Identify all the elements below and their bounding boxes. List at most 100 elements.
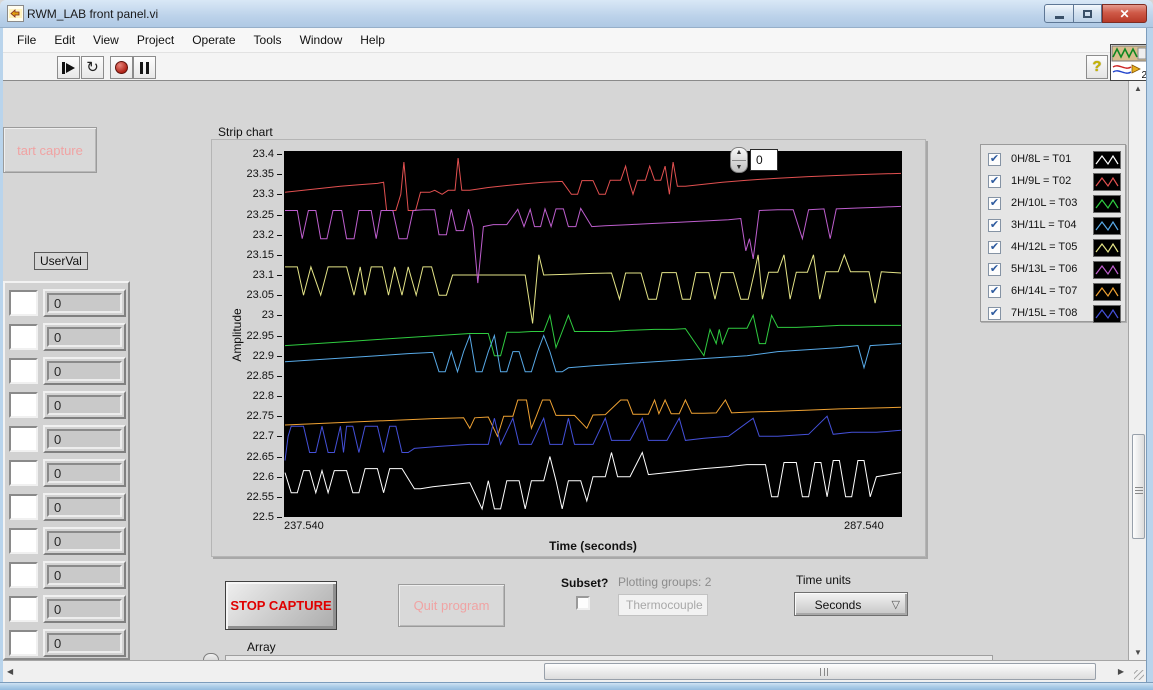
menu-operate[interactable]: Operate bbox=[183, 30, 244, 50]
trace-T07 bbox=[285, 400, 901, 436]
legend-checkbox[interactable]: ✔ bbox=[988, 175, 1001, 188]
legend-checkbox[interactable]: ✔ bbox=[988, 219, 1001, 232]
abort-icon bbox=[115, 61, 128, 74]
userval-indicator[interactable] bbox=[9, 460, 38, 486]
y-tick-mark bbox=[277, 356, 282, 357]
legend-swatch[interactable] bbox=[1093, 239, 1121, 257]
quit-program-button[interactable]: Quit program bbox=[398, 584, 505, 627]
legend-swatch[interactable] bbox=[1093, 305, 1121, 323]
spinner-down-icon[interactable]: ▼ bbox=[731, 164, 747, 171]
abort-button[interactable] bbox=[110, 56, 133, 79]
vertical-scroll-thumb[interactable] bbox=[1132, 434, 1145, 539]
legend-checkbox[interactable]: ✔ bbox=[988, 285, 1001, 298]
menu-file[interactable]: File bbox=[8, 30, 45, 50]
scroll-right-icon[interactable]: ▶ bbox=[1118, 667, 1124, 676]
legend-swatch[interactable] bbox=[1093, 217, 1121, 235]
titlebar[interactable]: RWM_LAB front panel.vi ✕ bbox=[0, 0, 1153, 28]
context-help-button[interactable]: ? bbox=[1086, 55, 1108, 79]
thermocouple-field[interactable]: Thermocouple bbox=[618, 594, 708, 616]
userval-value-field[interactable]: 0 bbox=[47, 565, 122, 585]
userval-indicator[interactable] bbox=[9, 392, 38, 418]
legend-row: ✔2H/10L = T03 bbox=[981, 193, 1127, 215]
legend-row: ✔7H/15L = T08 bbox=[981, 303, 1127, 325]
pause-icon bbox=[140, 62, 149, 74]
y-tick-label: 23 bbox=[216, 308, 274, 322]
maximize-button[interactable] bbox=[1074, 4, 1102, 23]
run-continuous-button[interactable]: ↻ bbox=[81, 56, 104, 79]
userval-indicator[interactable] bbox=[9, 426, 38, 452]
scroll-left-icon[interactable]: ◀ bbox=[7, 667, 13, 676]
userval-value-field[interactable]: 0 bbox=[47, 497, 122, 517]
horizontal-scroll-thumb[interactable] bbox=[544, 663, 1096, 680]
stop-capture-button[interactable]: STOP CAPTURE bbox=[225, 581, 337, 630]
legend-checkbox[interactable]: ✔ bbox=[988, 197, 1001, 210]
run-button[interactable] bbox=[57, 56, 80, 79]
y-tick-label: 23.25 bbox=[216, 208, 274, 222]
continuous-run-icon: ↻ bbox=[86, 60, 99, 75]
y-tick-mark bbox=[277, 517, 282, 518]
legend-checkbox[interactable]: ✔ bbox=[988, 263, 1001, 276]
legend-swatch[interactable] bbox=[1093, 195, 1121, 213]
scroll-down-icon[interactable]: ▼ bbox=[1134, 648, 1142, 657]
spinner-up-icon[interactable]: ▲ bbox=[731, 149, 747, 156]
userval-value-field[interactable]: 0 bbox=[47, 293, 122, 313]
resize-grip-icon[interactable] bbox=[1134, 670, 1144, 680]
menu-window[interactable]: Window bbox=[291, 30, 352, 50]
userval-indicator[interactable] bbox=[9, 562, 38, 588]
legend-label: 6H/14L = T07 bbox=[1011, 285, 1077, 297]
chart-title: Strip chart bbox=[218, 125, 273, 139]
pause-button[interactable] bbox=[133, 56, 156, 79]
history-value-field[interactable]: 0 bbox=[750, 149, 778, 171]
legend-swatch[interactable] bbox=[1093, 261, 1121, 279]
subset-checkbox[interactable] bbox=[576, 596, 590, 610]
array-label: Array bbox=[247, 640, 276, 654]
legend-swatch[interactable] bbox=[1093, 151, 1121, 169]
legend-row: ✔ 6H/14L = T07 bbox=[981, 281, 1127, 303]
legend-row: ✔ 4H/12L = T05 bbox=[981, 237, 1127, 259]
userval-value-field[interactable]: 0 bbox=[47, 463, 122, 483]
scrollbar-corner bbox=[1128, 660, 1146, 682]
userval-value-field[interactable]: 0 bbox=[47, 395, 122, 415]
userval-value-field[interactable]: 0 bbox=[47, 327, 122, 347]
menu-help[interactable]: Help bbox=[351, 30, 394, 50]
horizontal-scrollbar[interactable]: ◀ ▶ bbox=[3, 660, 1128, 682]
y-tick-label: 23.1 bbox=[216, 268, 274, 282]
userval-indicator[interactable] bbox=[9, 494, 38, 520]
userval-indicator[interactable] bbox=[9, 528, 38, 554]
y-tick-label: 22.95 bbox=[216, 329, 274, 343]
userval-indicator[interactable] bbox=[9, 630, 38, 656]
scroll-up-icon[interactable]: ▲ bbox=[1134, 84, 1142, 93]
userval-value-field[interactable]: 0 bbox=[47, 429, 122, 449]
minimize-button[interactable] bbox=[1044, 4, 1074, 23]
userval-indicator[interactable] bbox=[9, 290, 38, 316]
vertical-scrollbar[interactable]: ▲ ▼ bbox=[1128, 81, 1146, 660]
legend-checkbox[interactable]: ✔ bbox=[988, 241, 1001, 254]
menu-project[interactable]: Project bbox=[128, 30, 183, 50]
userval-indicator[interactable] bbox=[9, 324, 38, 350]
time-units-dropdown[interactable]: Seconds ▽ bbox=[794, 592, 908, 616]
window-border-left bbox=[0, 28, 3, 682]
menu-view[interactable]: View bbox=[84, 30, 128, 50]
userval-value-field[interactable]: 0 bbox=[47, 599, 122, 619]
y-tick-mark bbox=[277, 416, 282, 417]
menu-edit[interactable]: Edit bbox=[45, 30, 84, 50]
userval-value-field[interactable]: 0 bbox=[47, 633, 122, 653]
start-capture-button[interactable]: tart capture bbox=[3, 127, 97, 173]
legend-swatch[interactable] bbox=[1093, 283, 1121, 301]
legend-checkbox[interactable]: ✔ bbox=[988, 307, 1001, 320]
userval-array: 0 0 0 0 0 0 0 0 0 0 0 bbox=[3, 281, 130, 660]
vi-icon-badge[interactable]: 2 bbox=[1110, 44, 1149, 81]
userval-value-field[interactable]: 0 bbox=[47, 531, 122, 551]
userval-indicator[interactable] bbox=[9, 596, 38, 622]
y-tick-mark bbox=[277, 215, 282, 216]
menu-tools[interactable]: Tools bbox=[245, 30, 291, 50]
userval-value-field[interactable]: 0 bbox=[47, 361, 122, 381]
y-tick-mark bbox=[277, 295, 282, 296]
legend-swatch[interactable] bbox=[1093, 173, 1121, 191]
userval-indicator[interactable] bbox=[9, 358, 38, 384]
legend-label: 4H/12L = T05 bbox=[1011, 241, 1077, 253]
history-spinner[interactable]: ▲ ▼ bbox=[730, 147, 748, 173]
legend-checkbox[interactable]: ✔ bbox=[988, 153, 1001, 166]
array-index-spinner[interactable] bbox=[203, 653, 219, 660]
close-button[interactable]: ✕ bbox=[1102, 4, 1147, 23]
